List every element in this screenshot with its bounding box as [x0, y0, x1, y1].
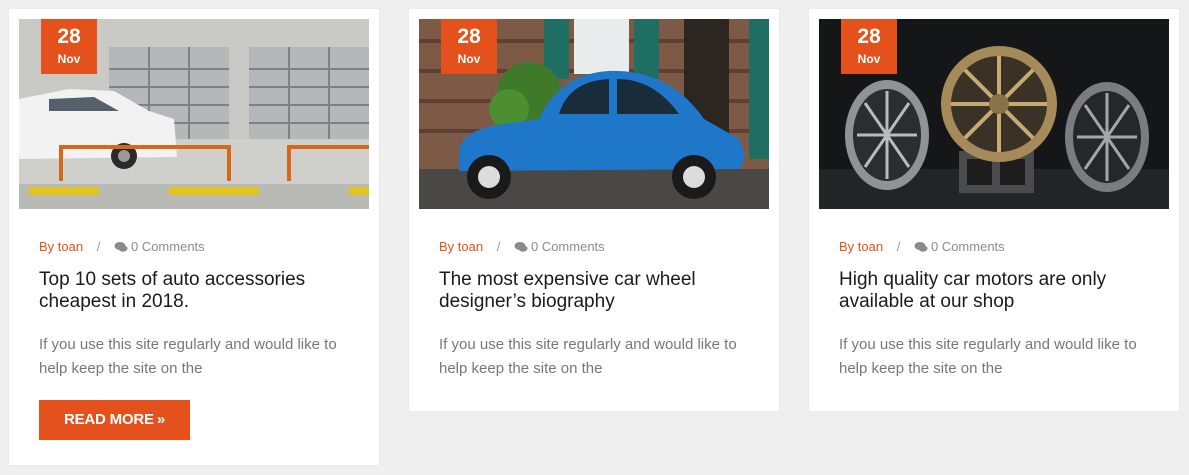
meta-separator: / [496, 239, 501, 254]
author-link[interactable]: By toan [39, 239, 83, 254]
post-excerpt: If you use this site regularly and would… [39, 336, 337, 377]
read-more-button[interactable]: READ MORE» [39, 400, 190, 440]
meta-separator: / [96, 239, 101, 254]
post-image[interactable]: 28 Nov [19, 19, 369, 209]
date-day: 28 [857, 25, 881, 48]
date-month: Nov [457, 52, 481, 66]
post-title[interactable]: Top 10 sets of auto accessories cheapest… [39, 269, 354, 313]
date-badge: 28 Nov [41, 19, 97, 74]
date-month: Nov [57, 52, 81, 66]
date-day: 28 [57, 25, 81, 48]
blog-card: 28 Nov By toan / 0 Comments Top 10 sets … [9, 9, 379, 465]
comments-count[interactable]: 0 Comments [931, 239, 1005, 254]
date-month: Nov [857, 52, 881, 66]
author-link[interactable]: By toan [839, 239, 883, 254]
blog-card: 28 Nov By toan / 0 Comments High quality… [809, 9, 1179, 411]
read-more-label: READ MORE [63, 411, 154, 428]
blog-card: 28 Nov By toan / 0 Comments The most exp… [409, 9, 779, 411]
post-meta: By toan / 0 Comments [39, 239, 205, 257]
meta-separator: / [896, 239, 901, 254]
comments-count[interactable]: 0 Comments [131, 239, 205, 254]
post-excerpt: If you use this site regularly and would… [839, 336, 1137, 377]
author-link[interactable]: By toan [439, 239, 483, 254]
post-excerpt: If you use this site regularly and would… [439, 336, 737, 377]
post-title[interactable]: High quality car motors are only availab… [839, 269, 1154, 313]
post-title[interactable]: The most expensive car wheel designer’s … [439, 269, 754, 313]
date-day: 28 [457, 25, 481, 48]
comments-icon [914, 241, 928, 257]
date-badge: 28 Nov [841, 19, 897, 74]
double-chevron-right-icon: » [156, 411, 166, 428]
post-image[interactable]: 28 Nov [419, 19, 769, 209]
comments-icon [514, 241, 528, 257]
comments-count[interactable]: 0 Comments [531, 239, 605, 254]
post-image[interactable]: 28 Nov [819, 19, 1169, 209]
post-meta: By toan / 0 Comments [839, 239, 1005, 257]
date-badge: 28 Nov [441, 19, 497, 74]
comments-icon [114, 241, 128, 257]
post-meta: By toan / 0 Comments [439, 239, 605, 257]
